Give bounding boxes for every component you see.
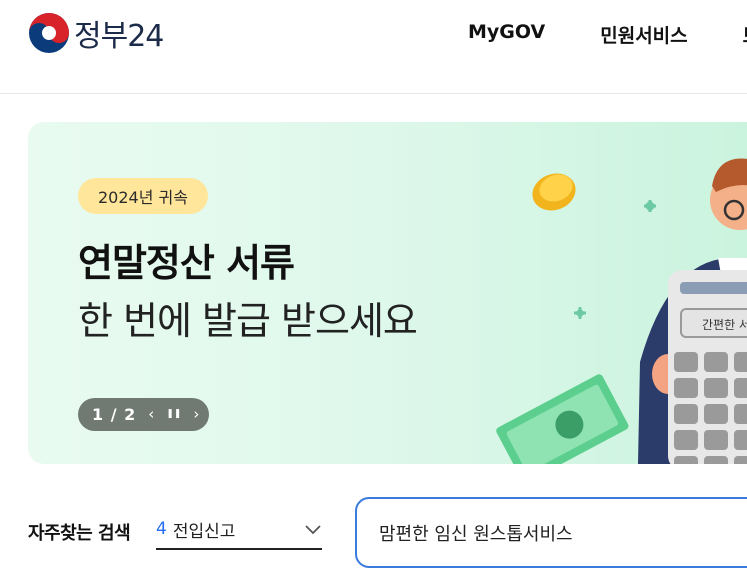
- site-header: 정부24 MyGOV 민원서비스 보: [0, 0, 747, 94]
- frequent-search-rank: 4: [156, 519, 167, 539]
- search-input[interactable]: [379, 522, 739, 543]
- slide-counter: 1 / 2: [92, 405, 137, 424]
- next-slide-icon[interactable]: ›: [193, 407, 199, 422]
- sparkle-icon: [574, 199, 657, 319]
- nav-item-mygov[interactable]: MyGOV: [468, 21, 545, 48]
- search-box[interactable]: [355, 497, 747, 568]
- frequent-search-dropdown[interactable]: 4 전입신고: [156, 510, 322, 550]
- logo-text: 정부24: [74, 19, 164, 54]
- frequent-search-term: 전입신고: [172, 521, 236, 542]
- calculator-illustration: [668, 270, 747, 464]
- banknote-icon: [496, 374, 629, 464]
- main-nav: MyGOV 민원서비스 보: [468, 21, 747, 48]
- logo[interactable]: 정부24: [28, 11, 164, 55]
- prev-slide-icon[interactable]: ‹: [148, 407, 154, 422]
- chevron-down-icon: [305, 525, 321, 535]
- year-badge: 2024년 귀속: [78, 178, 208, 214]
- nav-item-partial[interactable]: 보: [743, 21, 747, 48]
- banner-subheadline: 한 번에 발급 받으세요: [78, 299, 418, 343]
- frequent-search-label: 자주찾는 검색: [28, 523, 131, 544]
- coin-icon: [532, 173, 576, 211]
- promo-banner[interactable]: 간편한 서 2024년 귀속 연말정산 서류 한 번에 발급 받으세요 1 / …: [28, 122, 747, 464]
- pause-icon[interactable]: ❚❚: [166, 410, 181, 419]
- calculator-screen-label: 간편한 서: [680, 308, 747, 338]
- taegeuk-logo-icon: [29, 13, 69, 53]
- nav-item-civil-service[interactable]: 민원서비스: [600, 21, 687, 48]
- banner-headline: 연말정산 서류: [78, 241, 295, 285]
- slider-controls: 1 / 2 ‹ ❚❚ ›: [78, 398, 209, 431]
